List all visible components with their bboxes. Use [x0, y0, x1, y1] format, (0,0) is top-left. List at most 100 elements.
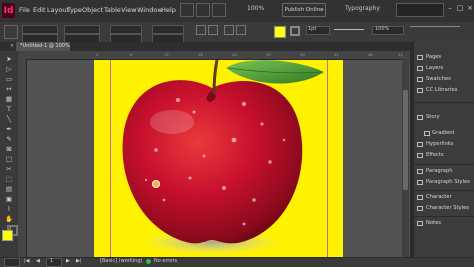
- x-position-field[interactable]: [22, 25, 58, 34]
- panel-story[interactable]: Story: [414, 112, 474, 123]
- screen-mode-button[interactable]: [212, 3, 226, 17]
- ruler-tick: 18: [198, 52, 203, 57]
- free-transform-tool-icon[interactable]: ⬚: [4, 175, 14, 183]
- panel-paragraph-styles[interactable]: Paragraph Styles: [414, 177, 474, 188]
- rotate-field[interactable]: [152, 25, 184, 34]
- bridge-button[interactable]: [180, 3, 194, 17]
- note-tool-icon[interactable]: ▣: [4, 195, 14, 203]
- rectangle-tool-icon[interactable]: □: [4, 155, 14, 163]
- first-page-icon[interactable]: |◀: [24, 258, 30, 264]
- opacity-value: 100%: [375, 26, 390, 32]
- ruler-tick: 0: [96, 52, 99, 57]
- close-icon[interactable]: ×: [466, 4, 474, 12]
- panel-dock: Pages Layers Swatches CC Libraries Story…: [414, 42, 474, 257]
- zoom-level[interactable]: 100%: [247, 5, 264, 12]
- menu-help[interactable]: Help: [161, 6, 176, 14]
- menu-object[interactable]: Object: [82, 6, 103, 14]
- panel-notes-label: Notes: [426, 220, 441, 226]
- panel-layers-label: Layers: [426, 65, 444, 71]
- panel-cc-libraries[interactable]: CC Libraries: [414, 85, 474, 96]
- hand-tool-icon[interactable]: ✋: [4, 215, 14, 223]
- menu-edit[interactable]: Edit: [33, 6, 46, 14]
- pen-tool-icon[interactable]: ✒: [4, 125, 14, 133]
- width-field[interactable]: [64, 25, 100, 34]
- type-tool-icon[interactable]: T: [4, 105, 14, 113]
- document-tab[interactable]: *Untitled-1 @ 100%: [16, 42, 70, 51]
- direct-selection-tool-icon[interactable]: ▷: [4, 65, 14, 73]
- search-input[interactable]: [396, 3, 444, 17]
- panel-character-label: Character: [426, 194, 452, 200]
- maximize-icon[interactable]: □: [456, 4, 464, 12]
- reference-point-icon[interactable]: [4, 25, 18, 39]
- next-page-icon[interactable]: ▶: [66, 258, 70, 264]
- content-collector-icon[interactable]: ▦: [4, 95, 14, 103]
- previous-page-icon[interactable]: ◀: [36, 258, 40, 264]
- page-tool-icon[interactable]: ▭: [4, 75, 14, 83]
- select-content-icon[interactable]: [236, 25, 246, 35]
- panel-swatches[interactable]: Swatches: [414, 74, 474, 85]
- panel-pages[interactable]: Pages: [414, 52, 474, 63]
- reference-point-marker[interactable]: [152, 180, 160, 188]
- ruler-tick: 54: [398, 52, 403, 57]
- panel-layers[interactable]: Layers: [414, 63, 474, 74]
- gradient-tool-icon[interactable]: ▤: [4, 185, 14, 193]
- gap-tool-icon[interactable]: ↔: [4, 85, 14, 93]
- ruler-tick: 36: [300, 52, 305, 57]
- line-tool-icon[interactable]: ╲: [4, 115, 14, 123]
- panel-gradient-label: Gradient: [432, 130, 455, 136]
- stroke-swatch[interactable]: [290, 26, 300, 36]
- character-styles-icon: [417, 206, 423, 211]
- page-number-value: 1: [50, 258, 54, 264]
- apple-body: [122, 80, 303, 244]
- fill-color-tool[interactable]: [2, 230, 13, 241]
- apple-leaf: [226, 60, 324, 84]
- pencil-tool-icon[interactable]: ✎: [4, 135, 14, 143]
- fill-swatch[interactable]: [274, 26, 286, 38]
- rectangle-frame-tool-icon[interactable]: ⊠: [4, 145, 14, 153]
- preflight-status-text: No errors: [154, 258, 178, 264]
- scissors-tool-icon[interactable]: ✂: [4, 165, 14, 173]
- stroke-type-select[interactable]: [334, 29, 364, 36]
- preflight-status-icon: [146, 259, 151, 264]
- panel-hyperlinks[interactable]: Hyperlinks: [414, 139, 474, 150]
- workspace-switcher[interactable]: Typography: [345, 5, 380, 12]
- frame-fitting-options[interactable]: [410, 26, 460, 34]
- panel-effects[interactable]: Effects: [414, 150, 474, 161]
- view-options-button[interactable]: [196, 3, 210, 17]
- apple-image[interactable]: [94, 60, 343, 257]
- panel-paragraph[interactable]: Paragraph: [414, 166, 474, 177]
- scale-x-field[interactable]: [110, 25, 142, 34]
- cc-libraries-icon: [417, 88, 423, 93]
- eyedropper-tool-icon[interactable]: ⌇: [4, 205, 14, 213]
- ruler-tick: 48: [368, 52, 373, 57]
- panel-gradient[interactable]: Gradient: [414, 128, 474, 139]
- menu-window[interactable]: Window: [137, 6, 163, 14]
- panel-pages-label: Pages: [426, 54, 442, 60]
- last-page-icon[interactable]: ▶|: [76, 258, 82, 264]
- rotate-icon[interactable]: [196, 25, 206, 35]
- ruler-tick: 30: [266, 52, 271, 57]
- ruler-tick: 24: [232, 52, 237, 57]
- menu-layout[interactable]: Layout: [47, 6, 69, 14]
- publish-online-button[interactable]: Publish Online: [282, 3, 326, 17]
- selection-tool-icon[interactable]: ➤: [4, 55, 14, 63]
- swatches-icon: [417, 77, 423, 82]
- ruler-tick: 6: [130, 52, 133, 57]
- panel-separator: [414, 216, 474, 217]
- menu-type[interactable]: Type: [67, 6, 82, 14]
- select-container-icon[interactable]: [224, 25, 234, 35]
- preflight-profile[interactable]: [Basic] (working): [100, 258, 142, 264]
- panel-character[interactable]: Character: [414, 192, 474, 203]
- menu-file[interactable]: File: [19, 6, 30, 14]
- margin-guide-right: [327, 60, 328, 257]
- menu-view[interactable]: View: [121, 6, 136, 14]
- scrollbar-thumb[interactable]: [403, 90, 408, 190]
- menu-table[interactable]: Table: [104, 6, 121, 14]
- panel-separator: [414, 190, 474, 191]
- panel-character-styles[interactable]: Character Styles: [414, 203, 474, 214]
- flip-icon[interactable]: [208, 25, 218, 35]
- panel-notes[interactable]: Notes: [414, 218, 474, 229]
- minimize-icon[interactable]: –: [446, 4, 454, 12]
- close-tab-icon[interactable]: ×: [10, 44, 14, 49]
- panel-swatches-label: Swatches: [426, 76, 451, 82]
